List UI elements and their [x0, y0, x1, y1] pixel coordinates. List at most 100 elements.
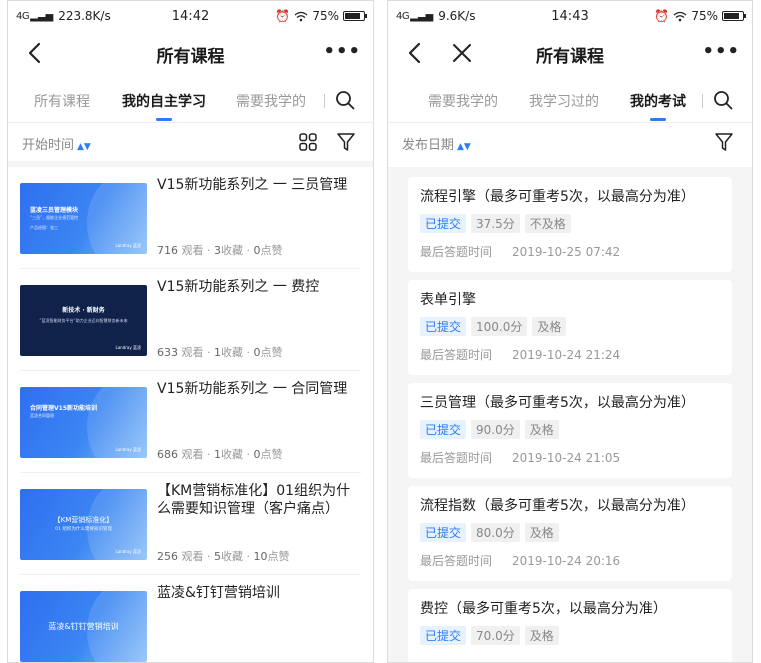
- status-badge: 已提交: [420, 420, 467, 439]
- like-unit: 点赞: [260, 346, 283, 359]
- thumbnail-brand: Landray 蓝凌: [115, 345, 142, 350]
- status-badge: 已提交: [420, 214, 467, 233]
- sort-label: 开始时间: [22, 138, 75, 153]
- exam-card[interactable]: 表单引擎 已提交 100.0分 及格 最后答题时间 2019-10-24 21:2…: [408, 280, 732, 375]
- exam-title: 流程指数（最多可重考5次，以最高分为准）: [420, 498, 695, 514]
- date-value: 2019-10-24 21:05: [512, 451, 621, 465]
- course-item[interactable]: 【KM营销标准化】 01 组织为什么需要知识管理 Landray 蓝凌 【KM营…: [20, 473, 361, 575]
- course-title: 蓝凌&钉钉营销培训: [157, 585, 280, 601]
- clock: 14:43: [551, 8, 589, 24]
- course-item[interactable]: 蓝凌&钉钉营销培训 蓝凌&钉钉营销培训: [20, 575, 361, 662]
- result-badge: 及格: [532, 317, 567, 336]
- tab-label: 我的考试: [630, 94, 686, 110]
- exam-list: 流程引擎（最多可重考5次，以最高分为准） 已提交 37.5分 不及格 最后答题时…: [388, 167, 752, 662]
- exam-title: 表单引擎: [420, 292, 476, 308]
- status-badge: 已提交: [420, 317, 467, 336]
- more-icon[interactable]: •••: [702, 41, 740, 62]
- view-unit: 观看: [181, 244, 204, 257]
- last-answer-time: 最后答题时间 2019-10-24 20:16: [420, 552, 620, 569]
- exam-card[interactable]: 费控（最多可重考5次，以最高分为准） 已提交 70.0分 及格: [408, 589, 732, 662]
- thumbnail-title: 蓝凌三员管理模块: [30, 207, 79, 214]
- tab-my-self-study[interactable]: 我的自主学习: [122, 91, 206, 121]
- thumbnail-title: 蓝凌&钉钉营销培训: [48, 622, 119, 631]
- like-unit: 点赞: [260, 244, 283, 257]
- date-value: 2019-10-24 20:16: [512, 554, 621, 568]
- signal-indicator: 4G: [396, 10, 410, 22]
- thumbnail-caption: 产品经理：张三: [30, 225, 58, 230]
- signal-indicator: 4G: [16, 10, 30, 22]
- search-icon[interactable]: [712, 89, 734, 111]
- result-badge: 及格: [524, 626, 559, 645]
- thumbnail-title: 【KM营销标准化】: [53, 516, 114, 524]
- nav-bar: 所有课程 •••: [388, 31, 752, 77]
- view-count: 686: [157, 448, 178, 461]
- exam-card[interactable]: 流程引擎（最多可重考5次，以最高分为准） 已提交 37.5分 不及格 最后答题时…: [408, 177, 732, 272]
- tab-all-courses[interactable]: 所有课程: [34, 91, 90, 111]
- search-icon[interactable]: [334, 89, 356, 111]
- back-icon[interactable]: [400, 39, 428, 67]
- signal-bars-icon: ▂▃▅: [410, 10, 434, 22]
- thumbnail-subtitle: 01 组织为什么需要知识管理: [55, 527, 112, 532]
- filter-icon[interactable]: [336, 132, 356, 152]
- sort-publish-date[interactable]: 发布日期 ▲▼: [402, 134, 471, 153]
- network-speed: 9.6K/s: [438, 9, 476, 23]
- tab-learned[interactable]: 我学习过的: [529, 91, 599, 111]
- course-stats: 633 观看 · 1收藏 · 0点赞: [157, 346, 283, 359]
- thumbnail-brand: Landray 蓝凌: [115, 549, 142, 554]
- close-icon[interactable]: [448, 39, 476, 67]
- alarm-icon: ⏰: [275, 9, 291, 23]
- tab-bar: 需要我学的 我学习过的 我的考试: [388, 77, 752, 123]
- back-icon[interactable]: [20, 39, 48, 67]
- favorite-count: 3: [214, 244, 221, 257]
- course-title: 【KM营销标准化】01组织为什么需要知识管理（客户痛点）: [157, 483, 351, 517]
- result-badge: 不及格: [524, 214, 571, 233]
- tab-required-for-me[interactable]: 需要我学的: [236, 91, 306, 111]
- result-badge: 及格: [524, 420, 559, 439]
- favorite-unit: 收藏: [221, 244, 243, 257]
- grid-view-icon[interactable]: [298, 132, 318, 152]
- battery-icon: [343, 11, 367, 21]
- score-badge: 37.5分: [471, 214, 520, 233]
- tab-my-exams[interactable]: 我的考试: [630, 91, 686, 121]
- battery-percent: 75%: [691, 9, 718, 23]
- exam-card[interactable]: 流程指数（最多可重考5次，以最高分为准） 已提交 80.0分 及格 最后答题时间…: [408, 486, 732, 581]
- view-count: 633: [157, 346, 178, 359]
- date-value: 2019-10-25 07:42: [512, 245, 621, 259]
- favorite-count: 1: [214, 448, 221, 461]
- like-count: 0: [253, 448, 261, 461]
- exam-title: 三员管理（最多可重考5次，以最高分为准）: [420, 395, 695, 411]
- course-item[interactable]: 合同管理V15新功能培训 蓝凌合同管理 Landray 蓝凌 V15新功能系列之…: [20, 371, 361, 473]
- view-unit: 观看: [181, 448, 204, 461]
- tab-required-for-me[interactable]: 需要我学的: [428, 91, 498, 111]
- battery-icon: [722, 11, 746, 21]
- course-title: V15新功能系列之 一 费控: [157, 279, 320, 295]
- exam-title: 费控（最多可重考5次，以最高分为准）: [420, 601, 667, 617]
- status-bar: 4G ▂▃▅ 9.6K/s 14:43 ⏰ 75%: [388, 1, 752, 31]
- sort-arrows-icon: ▲▼: [457, 142, 471, 152]
- page-title: 所有课程: [156, 46, 225, 67]
- status-badge: 已提交: [420, 523, 467, 542]
- score-badge: 70.0分: [471, 626, 520, 645]
- more-icon[interactable]: •••: [323, 41, 361, 62]
- score-badge: 100.0分: [471, 317, 528, 336]
- date-label: 最后答题时间: [420, 348, 493, 362]
- filter-bar: 发布日期 ▲▼: [388, 123, 752, 167]
- exam-title: 流程引擎（最多可重考5次，以最高分为准）: [420, 189, 695, 205]
- wifi-icon: [294, 11, 308, 21]
- clock: 14:42: [171, 8, 210, 24]
- course-title: V15新功能系列之 一 合同管理: [157, 381, 348, 397]
- tab-label: 我的自主学习: [122, 94, 206, 110]
- like-unit: 点赞: [260, 448, 283, 461]
- wifi-icon: [673, 11, 687, 21]
- course-item[interactable]: 蓝凌三员管理模块 “三员”，赋能企业规范管控 产品经理：张三 Landray 蓝…: [20, 167, 361, 269]
- tab-bar: 所有课程 我的自主学习 需要我学的: [8, 77, 373, 123]
- course-thumbnail: 蓝凌&钉钉营销培训: [20, 591, 147, 662]
- sort-start-time[interactable]: 开始时间 ▲▼: [22, 134, 91, 153]
- exam-card[interactable]: 三员管理（最多可重考5次，以最高分为准） 已提交 90.0分 及格 最后答题时间…: [408, 383, 732, 478]
- date-label: 最后答题时间: [420, 451, 493, 465]
- filter-icon[interactable]: [714, 132, 734, 152]
- course-item[interactable]: 新技术 · 新财务 “蓝凌智能财务平台”助力企业迈向智慧财务新未来 Landra…: [20, 269, 361, 371]
- course-thumbnail: 【KM营销标准化】 01 组织为什么需要知识管理 Landray 蓝凌: [20, 489, 147, 560]
- active-tab-indicator: [650, 118, 666, 121]
- score-badge: 80.0分: [471, 523, 520, 542]
